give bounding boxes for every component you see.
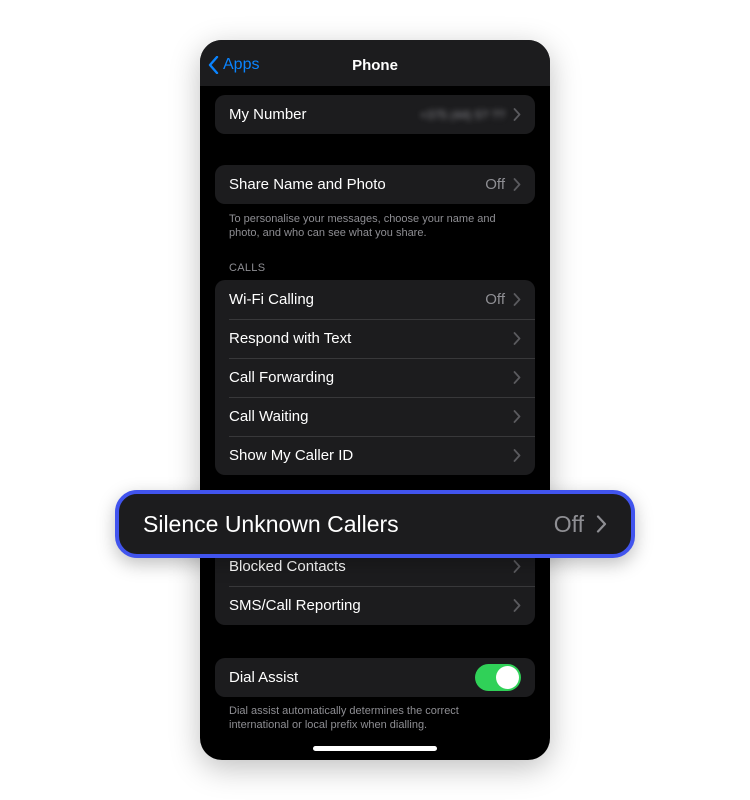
share-name-photo-value: Off (485, 176, 505, 193)
call-waiting-label: Call Waiting (229, 408, 309, 425)
call-forwarding-row[interactable]: Call Forwarding (215, 358, 535, 397)
show-caller-id-label: Show My Caller ID (229, 447, 354, 464)
respond-with-text-row[interactable]: Respond with Text (215, 319, 535, 358)
share-name-photo-footnote: To personalise your messages, choose you… (229, 213, 496, 239)
chevron-right-icon (513, 449, 521, 462)
my-number-label: My Number (229, 106, 307, 123)
share-name-photo-label: Share Name and Photo (229, 176, 386, 193)
page-title: Phone (352, 57, 398, 74)
toggle-knob (496, 666, 519, 689)
chevron-right-icon (596, 515, 607, 533)
share-name-photo-group: Share Name and Photo Off (215, 165, 535, 204)
phone-screen: Apps Phone My Number +375 (44) 5? ?? Sha… (200, 40, 550, 760)
my-number-group: My Number +375 (44) 5? ?? (215, 95, 535, 134)
dial-assist-footnote: Dial assist automatically determines the… (229, 705, 459, 731)
share-name-photo-row[interactable]: Share Name and Photo Off (215, 165, 535, 204)
show-caller-id-row[interactable]: Show My Caller ID (215, 436, 535, 475)
call-waiting-row[interactable]: Call Waiting (215, 397, 535, 436)
wifi-calling-value: Off (485, 291, 505, 308)
silence-unknown-callers-label: Silence Unknown Callers (143, 510, 399, 537)
chevron-right-icon (513, 410, 521, 423)
silence-unknown-callers-value: Off (553, 510, 584, 537)
dial-assist-row: Dial Assist (215, 658, 535, 697)
navigation-bar: Apps Phone (200, 40, 550, 86)
chevron-right-icon (513, 371, 521, 384)
dial-assist-label: Dial Assist (229, 669, 299, 686)
wifi-calling-label: Wi-Fi Calling (229, 291, 315, 308)
sms-call-reporting-label: SMS/Call Reporting (229, 597, 361, 614)
call-forwarding-label: Call Forwarding (229, 369, 335, 386)
my-number-row[interactable]: My Number +375 (44) 5? ?? (215, 95, 535, 134)
blocked-contacts-label: Blocked Contacts (229, 558, 346, 575)
sms-call-reporting-row[interactable]: SMS/Call Reporting (215, 586, 535, 625)
chevron-right-icon (513, 108, 521, 121)
chevron-right-icon (513, 293, 521, 306)
wifi-calling-row[interactable]: Wi-Fi Calling Off (215, 280, 535, 319)
respond-with-text-label: Respond with Text (229, 330, 352, 347)
chevron-right-icon (513, 599, 521, 612)
home-indicator (313, 746, 437, 751)
calls-section-header: CALLS (229, 262, 266, 274)
chevron-right-icon (513, 332, 521, 345)
calls-group: Wi-Fi Calling Off Respond with Text Call… (215, 280, 535, 475)
silence-unknown-callers-callout[interactable]: Silence Unknown Callers Off (115, 490, 635, 558)
my-number-value: +375 (44) 5? ?? (419, 107, 505, 122)
chevron-right-icon (513, 178, 521, 191)
dial-assist-toggle[interactable] (475, 664, 521, 691)
dial-assist-group: Dial Assist (215, 658, 535, 697)
chevron-right-icon (513, 560, 521, 573)
